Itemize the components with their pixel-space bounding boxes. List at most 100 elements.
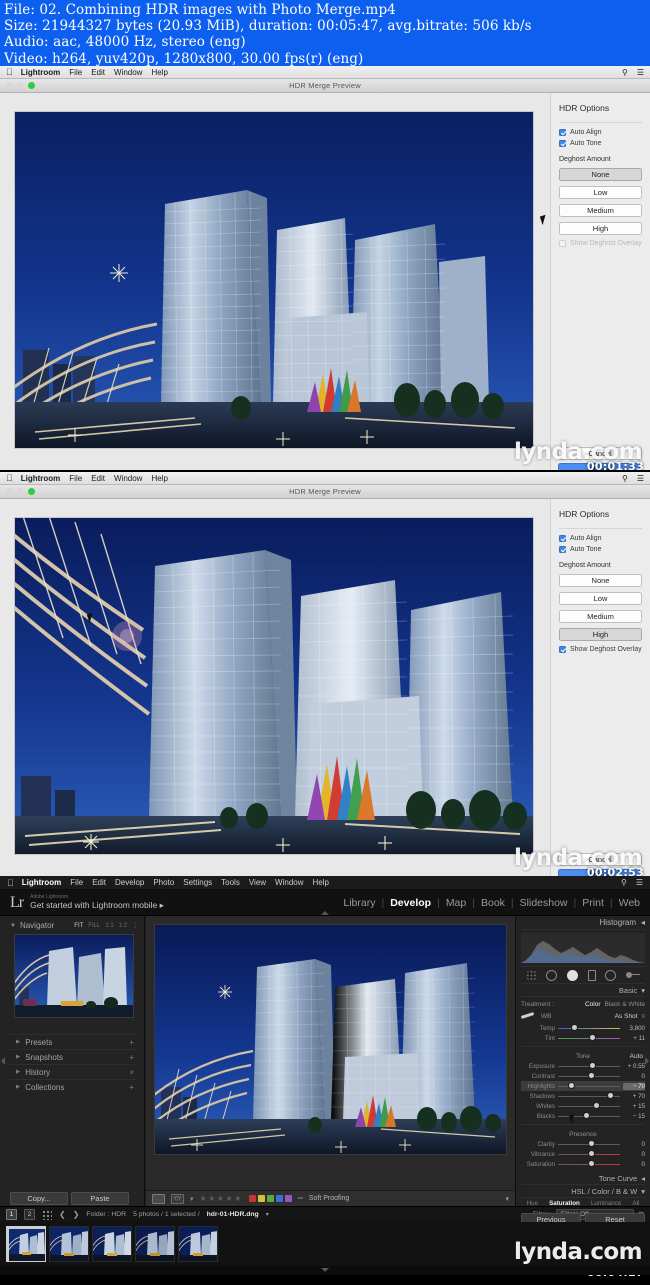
sidebar-item-collections[interactable]: ▶ Collections + bbox=[10, 1079, 138, 1094]
color-label-green-icon[interactable] bbox=[266, 1195, 274, 1202]
color-label-yellow-icon[interactable] bbox=[257, 1195, 265, 1202]
menu-develop[interactable]: Develop bbox=[115, 878, 144, 887]
menu-file[interactable]: File bbox=[69, 68, 82, 77]
tab-saturation[interactable]: Saturation bbox=[549, 1200, 580, 1207]
search-icon[interactable]: ⚲ bbox=[622, 68, 628, 77]
hsl-header[interactable]: HSL / Color / B & W ▾ bbox=[521, 1185, 645, 1198]
list-item[interactable] bbox=[178, 1226, 218, 1262]
slider-knob[interactable] bbox=[589, 1141, 594, 1146]
module-print[interactable]: Print bbox=[582, 897, 604, 909]
slider-knob[interactable] bbox=[607, 1093, 613, 1098]
tab-hue[interactable]: Hue bbox=[527, 1200, 538, 1207]
deghost-high-button[interactable]: High bbox=[559, 222, 642, 235]
treatment-color-option[interactable]: Color bbox=[585, 1001, 601, 1008]
red-eye-icon[interactable] bbox=[567, 969, 579, 981]
auto-align-checkbox[interactable] bbox=[559, 129, 566, 136]
slider-whites[interactable]: Whites + 15 bbox=[521, 1101, 645, 1111]
collapse-icon[interactable]: ◂ bbox=[641, 1174, 645, 1183]
tab-luminance[interactable]: Luminance bbox=[591, 1200, 621, 1207]
deghost-medium-button[interactable]: Medium bbox=[559, 610, 642, 623]
menu-settings[interactable]: Settings bbox=[183, 878, 212, 887]
paste-button[interactable]: Paste bbox=[71, 1192, 129, 1205]
slider-knob[interactable] bbox=[568, 1083, 574, 1088]
auto-tone-row[interactable]: Auto Tone bbox=[559, 140, 642, 147]
disclosure-triangle-icon[interactable]: ▼ bbox=[10, 923, 16, 929]
list-item[interactable] bbox=[92, 1226, 132, 1262]
menu-view[interactable]: View bbox=[249, 878, 266, 887]
chevron-down-icon[interactable]: ▾ bbox=[641, 1187, 645, 1196]
slider-vibrance[interactable]: Vibrance 0 bbox=[521, 1149, 645, 1159]
selected-filename[interactable]: hdr-01-HDR.dng bbox=[207, 1211, 259, 1218]
left-panel-toggle[interactable] bbox=[1, 1057, 5, 1065]
slider-saturation[interactable]: Saturation 0 bbox=[521, 1159, 645, 1169]
deghost-medium-button[interactable]: Medium bbox=[559, 204, 642, 217]
radial-filter-icon[interactable] bbox=[605, 969, 617, 981]
toolbar-dropdown-icon[interactable]: ▾ bbox=[505, 1195, 509, 1203]
slider-contrast[interactable]: Contrast 0 bbox=[521, 1071, 645, 1081]
spot-removal-icon[interactable] bbox=[546, 969, 558, 981]
forward-arrow-icon[interactable]: ❯ bbox=[73, 1210, 80, 1219]
menu-icon[interactable]: ☰ bbox=[636, 878, 643, 887]
loupe-view-icon[interactable] bbox=[152, 1193, 165, 1204]
navigator-header[interactable]: ▼ Navigator FIT FILL 1:1 1:2 ⋮ bbox=[10, 921, 138, 930]
slider-track[interactable] bbox=[558, 1139, 620, 1149]
menu-lightroom[interactable]: Lightroom bbox=[22, 878, 62, 887]
before-after-icon[interactable]: Y|Y bbox=[171, 1193, 184, 1204]
basic-panel-header[interactable]: Basic ▾ bbox=[521, 984, 645, 997]
sidebar-item-presets[interactable]: ▶ Presets + bbox=[10, 1034, 138, 1049]
slider-exposure[interactable]: Exposure + 0.55 bbox=[521, 1061, 645, 1071]
chevron-right-icon[interactable]: ▸ bbox=[160, 900, 164, 910]
slider-knob[interactable] bbox=[589, 1161, 594, 1166]
slider-knob[interactable] bbox=[590, 1035, 596, 1040]
slider-track[interactable] bbox=[558, 1091, 620, 1101]
slider-shadows[interactable]: Shadows + 70 bbox=[521, 1091, 645, 1101]
menu-help[interactable]: Help bbox=[151, 474, 167, 483]
histogram-header[interactable]: Histogram ◂ bbox=[521, 916, 645, 930]
screen-1-button[interactable]: 1 bbox=[6, 1209, 17, 1220]
cancel-button[interactable]: Cancel bbox=[558, 853, 642, 866]
sidebar-item-history[interactable]: ▶ History × bbox=[10, 1064, 138, 1079]
back-arrow-icon[interactable]: ❮ bbox=[59, 1210, 66, 1219]
search-icon[interactable]: ⚲ bbox=[622, 474, 628, 483]
collapse-icon[interactable]: ◂ bbox=[641, 918, 645, 927]
menu-tools[interactable]: Tools bbox=[221, 878, 240, 887]
wb-value[interactable]: As Shot bbox=[615, 1013, 638, 1020]
slider-knob[interactable] bbox=[593, 1103, 599, 1108]
list-item[interactable] bbox=[135, 1226, 175, 1262]
module-web[interactable]: Web bbox=[619, 897, 640, 909]
module-library[interactable]: Library bbox=[343, 897, 375, 909]
sidebar-item-snapshots[interactable]: ▶ Snapshots + bbox=[10, 1049, 138, 1064]
auto-tone-checkbox[interactable] bbox=[559, 140, 566, 147]
develop-photo[interactable] bbox=[154, 924, 507, 1155]
menu-lightroom[interactable]: Lightroom bbox=[21, 68, 61, 77]
navigator-thumbnail[interactable] bbox=[14, 934, 134, 1018]
module-book[interactable]: Book bbox=[481, 897, 505, 909]
auto-tone-row[interactable]: Auto Tone bbox=[559, 546, 642, 553]
bottom-panel-toggle[interactable] bbox=[321, 1268, 329, 1272]
adjustment-brush-icon[interactable] bbox=[626, 971, 641, 979]
graduated-filter-icon[interactable] bbox=[587, 969, 596, 981]
add-icon[interactable]: + bbox=[129, 1053, 134, 1062]
clear-icon[interactable]: × bbox=[129, 1068, 134, 1077]
module-develop[interactable]: Develop bbox=[390, 897, 431, 909]
deghost-low-button[interactable]: Low bbox=[559, 186, 642, 199]
screen-2-button[interactable]: 2 bbox=[24, 1209, 35, 1220]
slider-track[interactable] bbox=[558, 1033, 620, 1043]
wb-dropdown-icon[interactable]: ≡ bbox=[641, 1014, 645, 1020]
slider-knob[interactable] bbox=[589, 1151, 594, 1156]
slider-track[interactable] bbox=[558, 1061, 620, 1071]
right-panel-toggle[interactable] bbox=[645, 1057, 649, 1065]
auto-tone-checkbox[interactable] bbox=[559, 546, 566, 553]
tone-curve-header[interactable]: Tone Curve ◂ bbox=[521, 1172, 645, 1185]
deghost-none-button[interactable]: None bbox=[559, 574, 642, 587]
filename-dropdown-icon[interactable]: ▾ bbox=[266, 1211, 269, 1218]
slider-knob[interactable] bbox=[571, 1025, 577, 1030]
deghost-high-button[interactable]: High bbox=[559, 628, 642, 641]
search-icon[interactable]: ⚲ bbox=[621, 878, 627, 887]
add-icon[interactable]: + bbox=[129, 1038, 134, 1047]
chevron-down-icon[interactable]: ⋮ bbox=[132, 922, 138, 929]
treatment-bw-option[interactable]: Black & White bbox=[605, 1001, 645, 1008]
zoom-fill[interactable]: FILL bbox=[88, 923, 100, 929]
menu-lightroom[interactable]: Lightroom bbox=[21, 474, 61, 483]
grid-view-icon[interactable] bbox=[42, 1209, 52, 1220]
